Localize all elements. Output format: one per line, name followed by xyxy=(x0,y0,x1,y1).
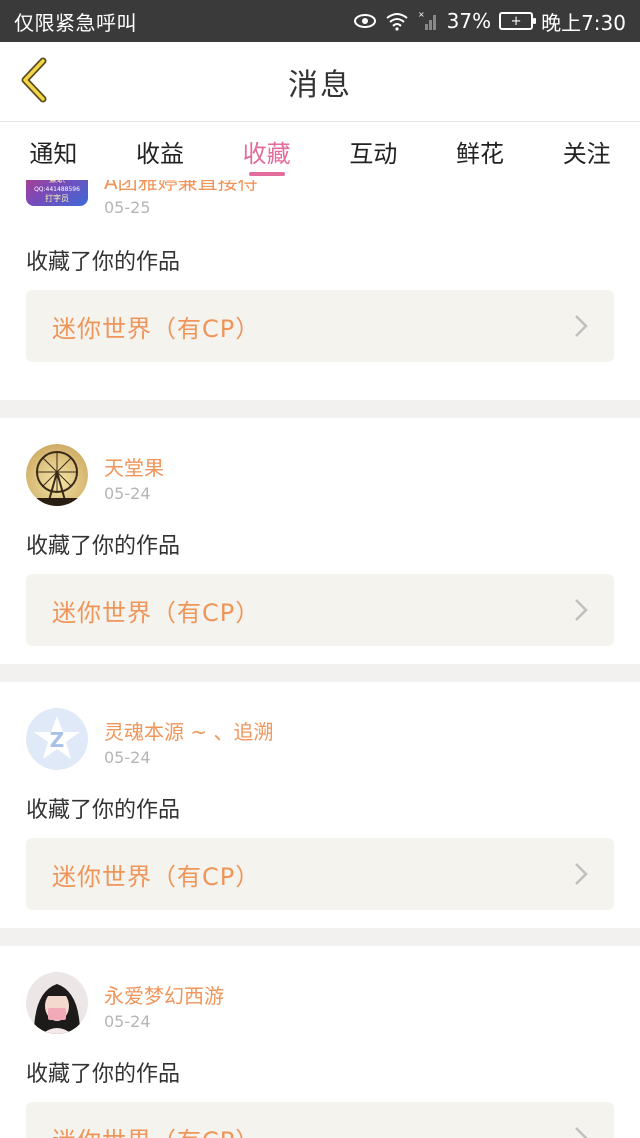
avatar[interactable]: Z xyxy=(26,708,88,770)
divider xyxy=(0,928,640,946)
wifi-icon xyxy=(385,11,409,31)
list-item: 永爱梦幻西游 05-24 收藏了你的作品 迷你世界（有CP） xyxy=(0,946,640,1138)
work-title: 迷你世界（有CP） xyxy=(52,598,261,627)
action-text: 收藏了你的作品 xyxy=(26,798,181,823)
divider xyxy=(0,400,640,418)
status-time: 晚上7:30 xyxy=(541,10,626,35)
avatar-text-line-3: QQ:441488596 xyxy=(34,186,80,193)
date: 05-25 xyxy=(104,198,151,217)
chevron-right-icon xyxy=(574,1126,588,1138)
back-button[interactable] xyxy=(14,56,54,108)
tab-bar: 通知 收益 收藏 互动 鲜花 关注 xyxy=(0,122,640,180)
battery-percent: 37% xyxy=(446,9,492,33)
action-text: 收藏了你的作品 xyxy=(26,534,181,559)
work-link[interactable]: 迷你世界（有CP） xyxy=(26,574,614,646)
svg-text:×: × xyxy=(418,10,425,19)
work-title: 迷你世界（有CP） xyxy=(52,1121,260,1138)
work-link[interactable]: 迷你世界（有CP） xyxy=(26,290,614,362)
avatar[interactable]: 招聘 兼职 QQ:441488596 打字员 xyxy=(26,180,88,206)
avatar-text-line-4: 打字员 xyxy=(45,193,69,203)
work-link[interactable]: 迷你世界（有CP） xyxy=(26,838,614,910)
chevron-right-icon xyxy=(574,862,588,886)
date: 05-24 xyxy=(104,748,151,767)
signal-icon: × xyxy=(417,10,439,32)
chevron-left-icon xyxy=(19,57,49,107)
tab-notifications[interactable]: 通知 xyxy=(0,122,107,180)
date: 05-24 xyxy=(104,484,151,503)
status-icons: × 37% + 晚上7:30 xyxy=(353,7,626,36)
chevron-right-icon xyxy=(574,314,588,338)
work-title: 迷你世界（有CP） xyxy=(52,314,261,343)
divider xyxy=(0,664,640,682)
tab-interactions[interactable]: 互动 xyxy=(320,122,427,180)
tab-favorites[interactable]: 收藏 xyxy=(213,122,320,180)
avatar[interactable] xyxy=(26,444,88,506)
work-title: 迷你世界（有CP） xyxy=(52,862,261,891)
list-item: 招聘 兼职 QQ:441488596 打字员 A团雅婷兼直接待 05-25 收藏… xyxy=(0,180,640,382)
eye-icon xyxy=(353,12,377,30)
avatar-text-line-2: 兼职 xyxy=(49,180,65,184)
username[interactable]: 灵魂本源 ~ 、追溯 xyxy=(104,716,273,745)
page-title: 消息 xyxy=(288,67,352,103)
date: 05-24 xyxy=(104,1012,151,1031)
battery-icon: + xyxy=(499,12,537,30)
carrier-text: 仅限紧急呼叫 xyxy=(14,10,137,35)
action-text: 收藏了你的作品 xyxy=(26,250,181,275)
avatar[interactable] xyxy=(26,972,88,1034)
header-bar: 消息 xyxy=(0,42,640,122)
tab-flowers[interactable]: 鲜花 xyxy=(427,122,534,180)
tab-following[interactable]: 关注 xyxy=(533,122,640,180)
message-list: 招聘 兼职 QQ:441488596 打字员 A团雅婷兼直接待 05-25 收藏… xyxy=(0,180,640,1138)
username[interactable]: A团雅婷兼直接待 xyxy=(104,180,258,195)
list-item: Z 灵魂本源 ~ 、追溯 05-24 收藏了你的作品 迷你世界（有CP） xyxy=(0,682,640,910)
action-text: 收藏了你的作品 xyxy=(26,1062,181,1087)
svg-text:Z: Z xyxy=(50,728,65,752)
screen: 仅限紧急呼叫 × 37% + 晚上7:30 消息 通知 收益 收藏 互动 鲜花 … xyxy=(0,0,640,1138)
status-bar: 仅限紧急呼叫 × 37% + 晚上7:30 xyxy=(0,0,640,42)
username[interactable]: 永爱梦幻西游 xyxy=(104,980,224,1009)
chevron-right-icon xyxy=(574,598,588,622)
list-item: 天堂果 05-24 收藏了你的作品 迷你世界（有CP） xyxy=(0,418,640,646)
work-link[interactable]: 迷你世界（有CP） xyxy=(26,1102,614,1138)
username[interactable]: 天堂果 xyxy=(104,452,164,481)
tab-earnings[interactable]: 收益 xyxy=(107,122,214,180)
